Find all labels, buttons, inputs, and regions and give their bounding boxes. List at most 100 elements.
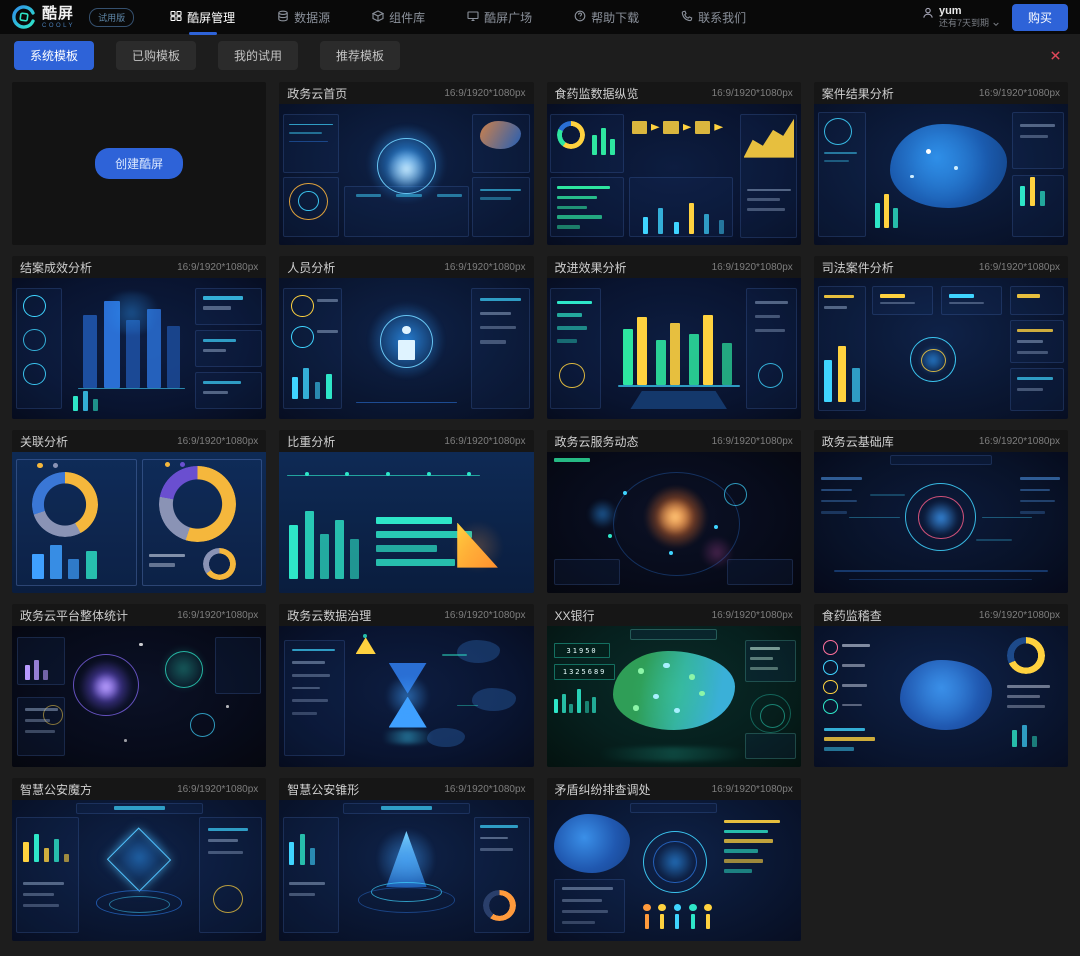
tab-purchased[interactable]: 已购模板 <box>116 41 196 70</box>
bar-shape <box>320 534 329 579</box>
bar-shape <box>1012 730 1017 747</box>
tab-my-trial[interactable]: 我的试用 <box>218 41 298 70</box>
help-icon <box>574 10 586 25</box>
card-thumbnail[interactable] <box>547 104 801 245</box>
panel-shape <box>630 803 716 813</box>
template-card[interactable]: 政务云数据治理16:9/1920*1080px <box>279 604 533 767</box>
dot-shape <box>53 463 58 468</box>
tab-recommended[interactable]: 推荐模板 <box>320 41 400 70</box>
nav-item-help-download[interactable]: 帮助下载 <box>572 0 641 35</box>
create-screen-button[interactable]: 创建酷屏 <box>95 148 183 179</box>
card-thumbnail[interactable] <box>12 278 266 419</box>
dot-shape <box>954 166 958 170</box>
nav-item-component-lib[interactable]: 组件库 <box>370 0 427 35</box>
hbar-shape <box>842 644 870 647</box>
template-card[interactable]: 政务云基础库16:9/1920*1080px <box>814 430 1068 593</box>
nav-item-screen-market[interactable]: 酷屏广场 <box>465 0 534 35</box>
hbar-shape <box>1007 685 1050 688</box>
card-title: 政务云首页 <box>287 85 347 102</box>
template-card[interactable]: 政务云平台整体统计16:9/1920*1080px <box>12 604 266 767</box>
glow-shape <box>656 844 694 881</box>
bar-shape <box>303 368 309 399</box>
bar-shape <box>310 848 315 865</box>
card-thumbnail[interactable] <box>279 278 533 419</box>
bar-shape <box>300 834 305 865</box>
template-card[interactable]: 矛盾纠纷排查调处16:9/1920*1080px <box>547 778 801 941</box>
hbar-shape <box>821 477 862 480</box>
nav-item-data-source[interactable]: 数据源 <box>275 0 332 35</box>
card-thumbnail[interactable] <box>12 452 266 593</box>
card-thumbnail[interactable] <box>279 104 533 245</box>
bar-shape <box>706 914 710 930</box>
line-shape <box>824 160 849 162</box>
template-card[interactable]: 关联分析16:9/1920*1080px <box>12 430 266 593</box>
card-title: 人员分析 <box>287 259 335 276</box>
template-card[interactable]: 智慧公安锥形16:9/1920*1080px <box>279 778 533 941</box>
donut-shape <box>557 121 585 149</box>
user-menu[interactable]: yum 还有7天到期 <box>922 5 1000 29</box>
hbar-shape <box>557 313 582 317</box>
dot-shape <box>165 462 170 467</box>
template-card[interactable]: 案件结果分析16:9/1920*1080px <box>814 82 1068 245</box>
line-shape <box>849 517 900 518</box>
template-card[interactable]: 政务云首页16:9/1920*1080px <box>279 82 533 245</box>
ring-shape <box>758 363 783 388</box>
card-thumbnail[interactable] <box>814 278 1068 419</box>
tab-system[interactable]: 系统模板 <box>14 41 94 70</box>
hbar-shape <box>949 294 974 298</box>
card-thumbnail[interactable] <box>814 452 1068 593</box>
card-thumbnail[interactable] <box>547 452 801 593</box>
bar-shape <box>167 326 180 388</box>
database-icon <box>277 10 289 25</box>
glow-shape <box>587 500 618 528</box>
dot-shape <box>226 705 230 708</box>
dot-shape <box>689 904 697 911</box>
hbar-shape <box>480 825 518 828</box>
hbar-shape <box>724 830 767 834</box>
glow-shape <box>623 657 725 725</box>
card-thumbnail[interactable]: 319501325689 <box>547 626 801 767</box>
template-card[interactable]: 比重分析16:9/1920*1080px <box>279 430 533 593</box>
template-card[interactable]: 改进效果分析16:9/1920*1080px <box>547 256 801 419</box>
template-card[interactable]: 司法案件分析16:9/1920*1080px <box>814 256 1068 419</box>
template-card[interactable]: 结案成效分析16:9/1920*1080px <box>12 256 266 419</box>
card-thumbnail[interactable] <box>279 800 533 941</box>
nav-item-screen-manage[interactable]: 酷屏管理 <box>168 0 237 35</box>
card-thumbnail[interactable] <box>12 626 266 767</box>
hbar-shape <box>750 647 781 650</box>
glow-shape <box>383 677 431 716</box>
close-button[interactable] <box>1044 44 1066 66</box>
ring-shape <box>823 660 838 675</box>
template-card[interactable]: 政务云服务动态16:9/1920*1080px <box>547 430 801 593</box>
bar-shape <box>645 914 649 930</box>
panel-shape <box>16 817 80 933</box>
glow-shape <box>567 747 781 761</box>
card-thumbnail[interactable] <box>814 104 1068 245</box>
hbar-shape <box>557 215 603 219</box>
hbar-shape <box>23 904 59 907</box>
hbar-shape <box>750 657 773 660</box>
template-card[interactable]: 食药监稽查16:9/1920*1080px <box>814 604 1068 767</box>
card-thumbnail[interactable] <box>547 800 801 941</box>
template-card[interactable]: XX银行16:9/1920*1080px319501325689 <box>547 604 801 767</box>
bar-shape <box>86 551 97 579</box>
panel-shape <box>890 455 992 465</box>
card-title: 智慧公安魔方 <box>20 781 92 798</box>
card-thumbnail[interactable] <box>12 800 266 941</box>
bar-shape <box>643 217 648 234</box>
template-card[interactable]: 人员分析16:9/1920*1080px <box>279 256 533 419</box>
buy-button[interactable]: 购买 <box>1012 4 1068 31</box>
nav-item-contact-us[interactable]: 联系我们 <box>679 0 748 35</box>
template-card[interactable]: 智慧公安魔方16:9/1920*1080px <box>12 778 266 941</box>
template-card[interactable]: 食药监数据纵览16:9/1920*1080px <box>547 82 801 245</box>
card-thumbnail[interactable] <box>814 626 1068 767</box>
bar-shape <box>68 559 79 579</box>
card-head: 关联分析16:9/1920*1080px <box>12 430 266 452</box>
card-thumbnail[interactable] <box>279 626 533 767</box>
hbar-shape <box>821 489 852 492</box>
hbar-shape <box>557 339 577 343</box>
panel-shape <box>1012 112 1064 168</box>
card-thumbnail[interactable] <box>279 452 533 593</box>
bar-shape <box>663 121 678 134</box>
card-thumbnail[interactable] <box>547 278 801 419</box>
